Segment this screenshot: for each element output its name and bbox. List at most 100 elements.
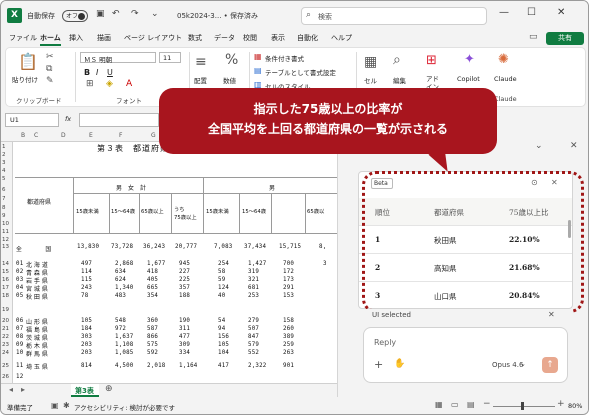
italic-button[interactable]: I xyxy=(96,68,98,77)
close-icon[interactable]: ✕ xyxy=(557,7,565,18)
row-number[interactable]: 17 xyxy=(2,285,9,291)
edit-label[interactable]: 編集 xyxy=(393,75,406,85)
tab-review[interactable]: 校閲 xyxy=(243,33,257,43)
col-header[interactable]: C xyxy=(34,132,38,139)
row-number[interactable]: 19 xyxy=(2,307,9,313)
font-name-select[interactable]: ＭＳ 明朝 xyxy=(80,52,156,64)
copy-icon[interactable]: ⧉ xyxy=(46,64,52,74)
row-number[interactable]: 11 xyxy=(2,229,9,235)
col-header[interactable]: B xyxy=(21,132,25,139)
row-number[interactable]: 3 xyxy=(2,160,6,166)
row-number[interactable]: 20 xyxy=(2,318,9,324)
prev-sheet-icon[interactable]: ◂ xyxy=(9,385,13,394)
panel-close-icon[interactable]: ✕ xyxy=(570,141,578,151)
paste-icon[interactable]: 📋 xyxy=(18,52,38,71)
tab-formulas[interactable]: 数式 xyxy=(188,33,202,43)
file-name[interactable]: 05k2024-3... • 保存済み xyxy=(177,11,258,21)
minimize-icon[interactable]: — xyxy=(499,7,509,18)
row-number[interactable]: 4 xyxy=(2,168,6,174)
tab-draw[interactable]: 描画 xyxy=(97,33,111,43)
underline-button[interactable]: U xyxy=(107,68,113,77)
col-header[interactable]: E xyxy=(89,132,93,139)
save-icon[interactable]: ▣ xyxy=(96,9,105,19)
redo-icon[interactable]: ↷ xyxy=(131,9,139,19)
row-number[interactable]: 2 xyxy=(2,152,6,158)
row-number[interactable]: 14 xyxy=(2,261,9,267)
panel-back-icon[interactable]: ⌄ xyxy=(535,141,543,151)
tab-page-layout[interactable]: ページ レイアウト xyxy=(124,33,182,43)
spreadsheet-grid[interactable]: B C D E F G H I J K L M 1 2 3 4 5 6 7 8 … xyxy=(1,131,337,383)
row-number[interactable]: 26 xyxy=(2,374,9,380)
normal-view-icon[interactable]: ▦ xyxy=(435,400,443,409)
claude-icon[interactable]: ✺ xyxy=(498,52,509,67)
customize-qat-icon[interactable]: ⌄ xyxy=(151,9,159,19)
row-number[interactable]: 6 xyxy=(2,187,6,193)
reply-box[interactable]: Reply + ✋ Opus 4.6 ⌄ xyxy=(363,327,568,383)
find-icon[interactable]: ⌕ xyxy=(393,52,401,68)
copilot-label[interactable]: Copilot xyxy=(457,75,480,83)
cells-label[interactable]: セル xyxy=(364,75,377,85)
row-number[interactable]: 1 xyxy=(2,144,6,150)
send-button[interactable]: ↑ xyxy=(542,357,558,373)
table-format-button[interactable]: テーブルとして書式設定 xyxy=(265,67,336,77)
reply-placeholder[interactable]: Reply xyxy=(374,338,396,347)
add-attachment-icon[interactable]: + xyxy=(374,358,383,371)
row-number[interactable]: 5 xyxy=(2,176,6,182)
page-break-view-icon[interactable]: ▤ xyxy=(467,400,475,409)
zoom-slider[interactable] xyxy=(493,406,555,407)
row-number[interactable]: 10 xyxy=(2,221,9,227)
conditional-format-button[interactable]: 条件付き書式 xyxy=(265,53,304,63)
fx-icon[interactable]: fx xyxy=(65,115,71,123)
row-number[interactable]: 12 xyxy=(2,237,9,243)
col-header[interactable]: F xyxy=(119,132,122,139)
zoom-level[interactable]: 80% xyxy=(568,402,582,410)
add-ins-icon[interactable]: ⊞ xyxy=(426,53,437,68)
row-number[interactable]: 9 xyxy=(2,213,6,219)
maximize-icon[interactable]: ☐ xyxy=(527,7,536,18)
ui-selected-close-icon[interactable]: ✕ xyxy=(548,310,555,319)
fill-color-icon[interactable]: ◈ xyxy=(106,79,113,89)
format-painter-icon[interactable]: ✎ xyxy=(46,76,54,86)
search-box[interactable]: ⌕ 検索 xyxy=(301,7,487,25)
row-number[interactable]: 7 xyxy=(2,196,6,202)
tab-help[interactable]: ヘルプ xyxy=(331,33,352,43)
row-number[interactable]: 13 xyxy=(2,244,9,250)
macro-icon[interactable]: ▣ xyxy=(51,401,59,410)
tab-insert[interactable]: 挿入 xyxy=(69,33,83,43)
bold-button[interactable]: B xyxy=(84,68,90,77)
row-number[interactable]: 18 xyxy=(2,293,9,299)
tab-data[interactable]: データ xyxy=(214,33,235,43)
name-box[interactable]: U1 xyxy=(5,113,59,127)
row-number[interactable]: 15 xyxy=(2,269,9,275)
formula-input[interactable] xyxy=(79,113,159,127)
copilot-icon[interactable]: ✦ xyxy=(464,52,475,67)
tab-view[interactable]: 表示 xyxy=(271,33,285,43)
tab-file[interactable]: ファイル xyxy=(9,33,37,43)
next-sheet-icon[interactable]: ▸ xyxy=(21,385,25,394)
border-icon[interactable]: ⊞ xyxy=(86,79,94,89)
comment-icon[interactable]: ▭ xyxy=(529,32,538,42)
row-number[interactable]: 24 xyxy=(2,350,9,356)
row-number[interactable]: 16 xyxy=(2,277,9,283)
align-label[interactable]: 配置 xyxy=(194,75,207,85)
cells-icon[interactable]: ▦ xyxy=(364,54,377,70)
col-header[interactable]: G xyxy=(151,132,156,139)
row-number[interactable]: 22 xyxy=(2,334,9,340)
row-number[interactable]: 21 xyxy=(2,326,9,332)
accessibility-status[interactable]: アクセシビリティ: 検討が必要です xyxy=(74,402,175,412)
tab-home[interactable]: ホーム xyxy=(40,33,61,46)
col-header[interactable]: D xyxy=(61,132,66,139)
align-icon[interactable]: ≡ xyxy=(195,54,207,70)
autosave-toggle[interactable]: オフ xyxy=(62,10,88,22)
font-size-select[interactable]: 11 xyxy=(159,52,181,63)
model-selector[interactable]: Opus 4.6 xyxy=(492,361,523,369)
model-chevron-icon[interactable]: ⌄ xyxy=(520,360,526,368)
sheet-tab[interactable]: 第3表 xyxy=(71,384,99,397)
paste-label[interactable]: 貼り付け xyxy=(12,74,38,84)
page-layout-view-icon[interactable]: ▭ xyxy=(451,400,459,409)
zoom-slider-thumb[interactable] xyxy=(521,402,524,410)
tab-automate[interactable]: 自動化 xyxy=(297,33,318,43)
hand-icon[interactable]: ✋ xyxy=(394,359,405,369)
undo-icon[interactable]: ↶ xyxy=(112,9,120,19)
row-number[interactable]: 25 xyxy=(2,363,9,369)
